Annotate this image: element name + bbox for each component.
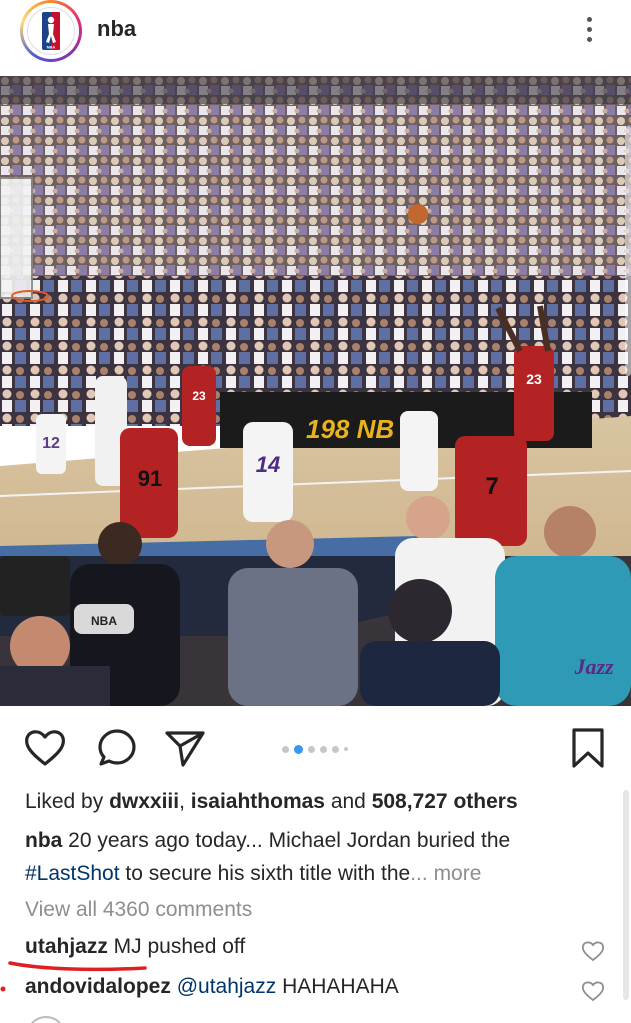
post-photo[interactable]: 198 NB AL 12 91 23 14 7 23 Jazz NBA xyxy=(0,76,631,706)
likes-separator: , xyxy=(179,790,191,813)
carousel-dot xyxy=(282,745,289,753)
bookmark-icon[interactable] xyxy=(566,726,610,770)
likes-others[interactable]: 508,727 others xyxy=(372,790,518,813)
carousel-indicator xyxy=(282,744,348,754)
jersey-number: 7 xyxy=(485,473,498,500)
likes-line: Liked by dwxxiii, isaiahthomas and 508,7… xyxy=(25,790,518,814)
comment-text: HAHAHAHA xyxy=(276,975,399,998)
camera-nba-text: NBA xyxy=(91,614,117,628)
jersey-number: 23 xyxy=(526,371,542,387)
liker-username[interactable]: dwxxiii xyxy=(109,790,179,813)
comment-icon[interactable] xyxy=(95,726,139,770)
svg-text:NBA: NBA xyxy=(47,45,56,50)
comment-mention[interactable]: @utahjazz xyxy=(171,975,277,998)
send-icon[interactable] xyxy=(163,726,207,770)
heart-icon[interactable] xyxy=(581,939,605,963)
post-username[interactable]: nba xyxy=(97,16,136,42)
caption-more-link[interactable]: more xyxy=(428,862,482,885)
avatar[interactable]: NBA xyxy=(20,0,82,62)
view-all-comments-link[interactable]: View all 4360 comments xyxy=(25,898,252,922)
caption-text: 20 years ago today... Michael Jordan bur… xyxy=(62,829,511,852)
jazz-logo-text: Jazz xyxy=(573,654,614,679)
scrollbar[interactable] xyxy=(623,790,629,1000)
jersey-number: 23 xyxy=(192,389,206,403)
carousel-dot xyxy=(308,745,315,753)
comment-text: MJ pushed off xyxy=(107,935,246,958)
comment-username[interactable]: utahjazz xyxy=(25,935,108,958)
caption-ellipsis: ... xyxy=(410,862,428,885)
heart-icon[interactable] xyxy=(23,726,67,770)
likes-and: and xyxy=(324,790,372,813)
caption-text: to secure his sixth title with the xyxy=(119,862,411,885)
jersey-number: 14 xyxy=(256,452,280,477)
comment-row: utahjazz MJ pushed off xyxy=(25,935,245,959)
caption-username[interactable]: nba xyxy=(25,829,62,852)
heart-icon[interactable] xyxy=(581,979,605,1003)
more-vertical-icon[interactable] xyxy=(579,14,599,48)
post-caption: nba 20 years ago today... Michael Jordan… xyxy=(25,824,605,890)
carousel-dot xyxy=(332,745,339,753)
carousel-dot xyxy=(320,745,327,753)
comment-username[interactable]: andovidalopez xyxy=(25,975,171,998)
carousel-dot-active xyxy=(294,744,303,754)
caption-hashtag[interactable]: #LastShot xyxy=(25,862,120,885)
jersey-number: 12 xyxy=(42,435,60,452)
nba-logo-icon: NBA xyxy=(27,7,75,55)
post-header: NBA nba xyxy=(0,0,631,76)
liker-username[interactable]: isaiahthomas xyxy=(191,790,325,813)
comment-row: andovidalopez @utahjazz HAHAHAHA xyxy=(25,975,399,999)
jersey-number: 91 xyxy=(138,466,162,491)
carousel-dot xyxy=(344,747,348,751)
avatar[interactable] xyxy=(26,1016,66,1023)
likes-prefix: Liked by xyxy=(25,790,110,813)
action-bar xyxy=(0,706,631,786)
